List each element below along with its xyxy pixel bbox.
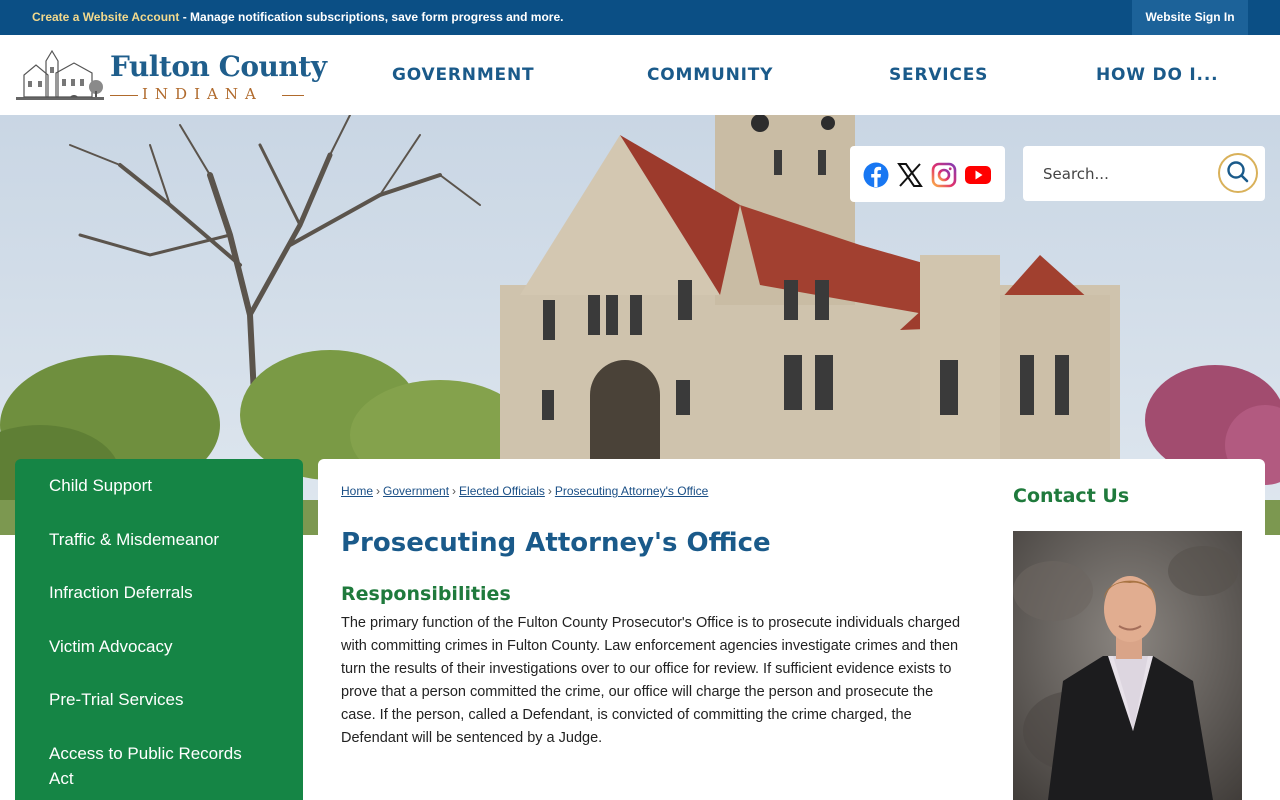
youtube-icon[interactable] [965, 162, 991, 188]
sidebar-item-child-support[interactable]: Child Support [49, 473, 269, 498]
breadcrumb-separator: › [452, 484, 457, 498]
sidebar-item-pre-trial-services[interactable]: Pre-Trial Services [49, 687, 269, 712]
nav-how-do-i[interactable]: HOW DO I... [1096, 65, 1218, 85]
responsibilities-text: The primary function of the Fulton Count… [341, 615, 961, 746]
website-sign-in-button[interactable]: Website Sign In [1132, 0, 1248, 35]
section-heading: Responsibilities [341, 583, 511, 605]
search-input[interactable] [1031, 156, 1211, 192]
nav-services[interactable]: SERVICES [889, 65, 988, 85]
nav-community[interactable]: COMMUNITY [647, 65, 773, 85]
site-header: Fulton County INDIANA GOVERNMENT COMMUNI… [0, 35, 1280, 115]
breadcrumb-separator: › [547, 484, 552, 498]
social-links [850, 146, 1005, 202]
notification-bar: Create a Website Account - Manage notifi… [0, 0, 1280, 35]
breadcrumb-separator: › [376, 484, 381, 498]
notification-message: Create a Website Account - Manage notifi… [32, 10, 563, 24]
breadcrumb-current-page[interactable]: Prosecuting Attorney's Office [555, 484, 708, 498]
search-icon [1227, 161, 1249, 183]
breadcrumb-elected-officials[interactable]: Elected Officials [459, 484, 545, 498]
portrait-image [1013, 531, 1242, 800]
site-search [1023, 146, 1265, 201]
courthouse-logo-icon [16, 49, 104, 100]
breadcrumb-government[interactable]: Government [383, 484, 449, 498]
create-account-link[interactable]: Create a Website Account [32, 10, 179, 24]
site-logo[interactable]: Fulton County INDIANA [16, 47, 327, 105]
notification-text: - Manage notification subscriptions, sav… [179, 10, 564, 24]
prosecutor-photo [1013, 531, 1242, 800]
logo-divider [110, 95, 138, 96]
page-title: Prosecuting Attorney's Office [341, 528, 771, 558]
breadcrumb: Home › Government › Elected Officials › Prosec… [341, 484, 708, 498]
contact-heading: Contact Us [1013, 485, 1130, 507]
main-content: Home › Government › Elected Officials › Prosec… [318, 459, 1265, 800]
logo-state-name: INDIANA [142, 85, 263, 103]
sidebar-item-public-records[interactable]: Access to Public Records Act [49, 741, 269, 791]
logo-divider [282, 95, 304, 96]
logo-county-name: Fulton County [110, 50, 327, 83]
facebook-icon[interactable] [863, 162, 889, 188]
instagram-icon[interactable] [931, 162, 957, 188]
sidebar-item-traffic-misdemeanor[interactable]: Traffic & Misdemeanor [49, 527, 269, 552]
nav-government[interactable]: GOVERNMENT [392, 65, 534, 85]
search-button[interactable] [1218, 153, 1258, 193]
sidebar-nav: Child Support Traffic & Misdemeanor Infr… [15, 459, 303, 800]
sidebar-item-victim-advocacy[interactable]: Victim Advocacy [49, 634, 269, 659]
x-icon[interactable] [897, 162, 923, 188]
sidebar-item-infraction-deferrals[interactable]: Infraction Deferrals [49, 580, 269, 605]
breadcrumb-home[interactable]: Home [341, 484, 373, 498]
